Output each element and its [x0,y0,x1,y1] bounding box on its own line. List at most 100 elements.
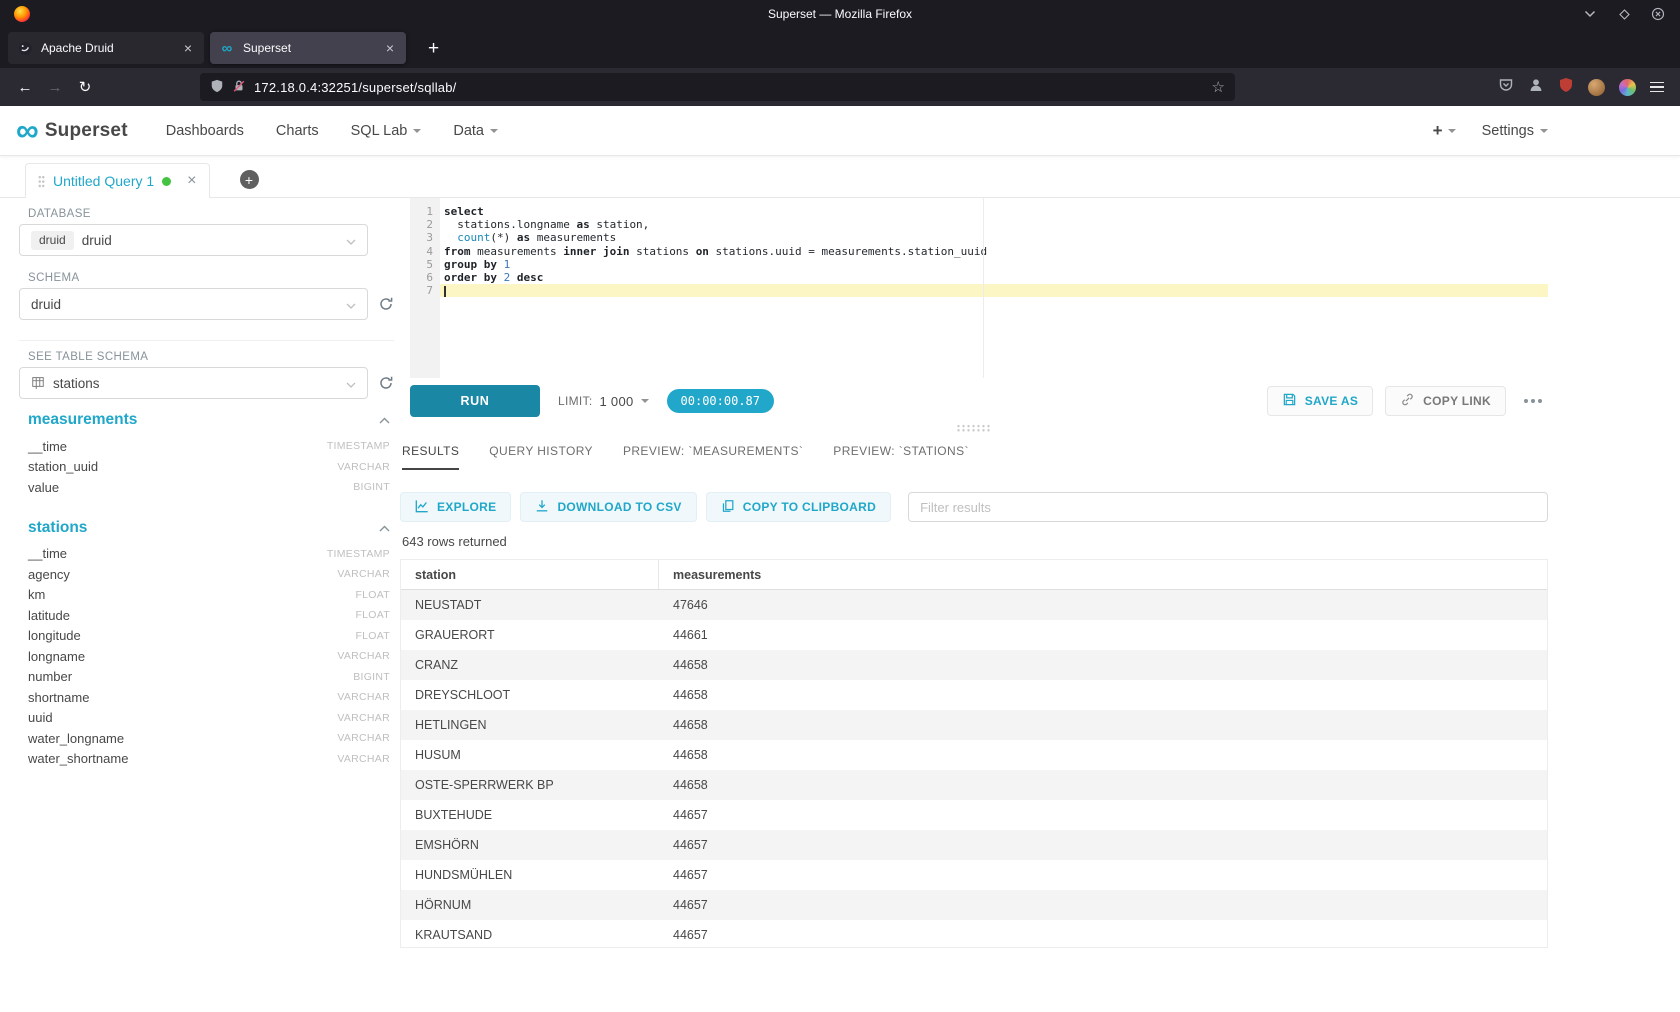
schema-select[interactable]: druid [19,288,368,320]
insecure-lock-icon[interactable] [232,79,246,96]
back-icon[interactable]: ← [10,73,40,101]
pocket-icon[interactable] [1498,77,1514,98]
schema-table-header[interactable]: stations [19,519,394,544]
results-tab-preview-stations[interactable]: PREVIEW: `STATIONS` [833,444,969,470]
add-new-button[interactable]: + [1433,121,1456,141]
menu-icon[interactable] [1650,82,1664,93]
filter-results-input[interactable] [908,492,1548,522]
ublock-icon[interactable] [1558,77,1574,98]
sql-token: measurements [530,231,616,244]
nav-sql-lab[interactable]: SQL Lab [335,106,438,156]
refresh-tables-icon[interactable] [368,375,394,391]
account-icon[interactable] [1528,77,1544,98]
copy-link-button[interactable]: COPY LINK [1385,386,1506,416]
database-select[interactable]: druid druid [19,224,368,256]
new-tab-button[interactable]: + [422,39,445,58]
table-row: KRAUTSAND44657 [401,920,1547,948]
table-row: DREYSCHLOOT44658 [401,680,1547,710]
schema-table-header[interactable]: measurements [19,411,394,436]
cell-station: BUXTEHUDE [401,800,659,830]
addon-colorful-icon[interactable] [1619,79,1636,96]
cell-station: OSTE-SPERRWERK BP [401,770,659,800]
drag-handle-icon[interactable] [38,175,45,188]
copy-to-clipboard-button[interactable]: COPY TO CLIPBOARD [706,492,891,522]
column-type: TIMESTAMP [327,548,390,560]
save-icon [1282,392,1297,410]
chevron-down-icon [346,297,356,312]
column-header-station[interactable]: station [401,560,659,589]
code-line[interactable]: group by 1 [440,258,1548,271]
settings-menu[interactable]: Settings [1482,123,1548,139]
chevron-up-icon[interactable] [379,411,390,429]
table-row: EMSHÖRN44657 [401,830,1547,860]
forward-icon: → [40,73,70,101]
tab-close-icon[interactable]: × [383,40,397,56]
nav-data[interactable]: Data [437,106,514,156]
code-line[interactable]: count(*) as measurements [440,231,1548,244]
editor-code[interactable]: select stations.longname as station, cou… [440,198,1548,378]
results-table-header: station measurements [401,560,1547,590]
table-select[interactable]: stations [19,367,368,399]
cell-measurements: 44658 [659,740,722,770]
refresh-schemas-icon[interactable] [368,296,394,312]
query-tab-untitled-query-1[interactable]: Untitled Query 1 × [25,163,210,198]
reload-icon[interactable]: ↻ [70,73,100,101]
save-as-button[interactable]: SAVE AS [1267,386,1373,416]
tracking-shield-icon[interactable] [210,79,224,96]
results-tab-results[interactable]: RESULTS [402,444,459,470]
code-line[interactable]: from measurements inner join stations on… [440,245,1548,258]
bookmark-star-icon[interactable]: ☆ [1212,78,1225,96]
sql-token-kw: select [444,205,484,218]
column-row: water_shortnameVARCHAR [19,749,394,770]
database-type-tag: druid [31,231,74,250]
results-tab-query-history[interactable]: QUERY HISTORY [489,444,593,470]
sql-token-kw: as [517,231,530,244]
code-line[interactable]: order by 2 desc [440,271,1548,284]
divider [19,340,394,341]
sql-token: station, [590,218,650,231]
column-name: water_longname [28,731,124,746]
column-name: longname [28,649,85,664]
window-minimize-icon[interactable] [1582,6,1598,22]
superset-favicon: ∞ [219,40,235,56]
window-close-icon[interactable] [1650,6,1666,22]
sql-token-num: 1 [504,258,511,271]
code-line-active[interactable] [440,284,1548,297]
url-text[interactable]: 172.18.0.4:32251/superset/sqllab/ [254,80,1204,95]
nav-dashboards[interactable]: Dashboards [150,106,260,156]
sql-token [510,271,517,284]
cell-station: HUSUM [401,740,659,770]
window-maximize-icon[interactable] [1616,6,1632,22]
code-line[interactable]: select [440,205,1548,218]
tab-title: Apache Druid [41,41,173,55]
url-bar[interactable]: 172.18.0.4:32251/superset/sqllab/ ☆ [200,73,1235,101]
sql-editor[interactable]: 1234567 select stations.longname as stat… [410,198,1548,378]
infinity-icon: ∞ [16,118,39,144]
column-row: longitudeFLOAT [19,626,394,647]
nav-charts[interactable]: Charts [260,106,335,156]
column-header-measurements[interactable]: measurements [659,560,775,589]
table-row: OSTE-SPERRWERK BP44658 [401,770,1547,800]
column-type: VARCHAR [337,732,390,744]
extension-icon[interactable] [1588,79,1605,96]
tab-close-icon[interactable]: × [181,40,195,56]
add-query-tab-button[interactable]: + [240,170,259,189]
query-tab-close-icon[interactable]: × [187,173,196,189]
browser-tab-apache-druid[interactable]: Apache Druid × [8,32,204,64]
superset-logo[interactable]: ∞ Superset [16,118,128,144]
code-line[interactable]: stations.longname as station, [440,218,1548,231]
line-number: 4 [410,245,440,258]
cell-measurements: 44657 [659,890,722,920]
more-options-icon[interactable] [1518,393,1548,409]
resize-dots-icon [956,424,992,432]
limit-dropdown[interactable]: LIMIT: 1 000 [558,394,649,409]
panel-resize-handle[interactable] [400,420,1548,436]
table-row: GRAUERORT44661 [401,620,1547,650]
query-status-dot [162,177,171,186]
download-csv-button[interactable]: DOWNLOAD TO CSV [520,492,696,522]
run-button[interactable]: RUN [410,385,540,417]
browser-tab-superset[interactable]: ∞ Superset × [210,32,406,64]
results-tab-preview-measurements[interactable]: PREVIEW: `MEASUREMENTS` [623,444,803,470]
chevron-up-icon[interactable] [379,519,390,537]
explore-button[interactable]: EXPLORE [400,492,511,522]
